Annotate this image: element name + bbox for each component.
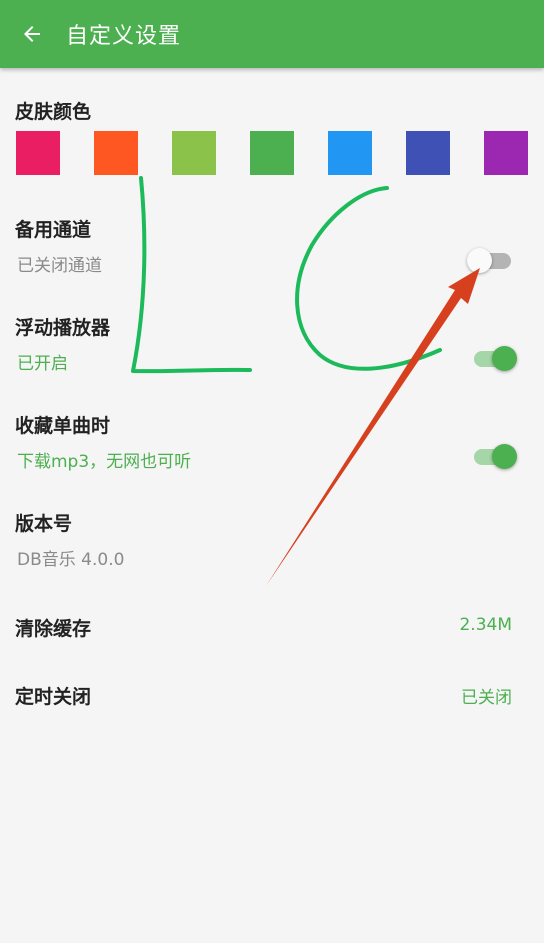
backup-channel-title: 备用通道: [15, 219, 92, 241]
skin-color-swatch[interactable]: [16, 131, 60, 175]
toggle-thumb: [492, 346, 517, 371]
handwritten-l-stroke: [131, 176, 252, 374]
skin-color-title: 皮肤颜色: [15, 101, 92, 123]
favorite-song-toggle[interactable]: [470, 442, 520, 472]
floating-player-title: 浮动播放器: [15, 317, 111, 339]
skin-color-swatch[interactable]: [172, 131, 216, 175]
skin-color-swatch[interactable]: [94, 131, 138, 175]
back-button[interactable]: [18, 20, 46, 48]
toggle-thumb: [467, 248, 492, 273]
app-bar: 自定义设置: [0, 0, 544, 68]
backup-channel-status: 已关闭通道: [17, 256, 102, 276]
backup-channel-toggle[interactable]: [467, 246, 517, 276]
arrow-left-icon: [24, 26, 40, 42]
version-title: 版本号: [15, 513, 73, 535]
cache-size-value: 2.34M: [459, 615, 512, 635]
timer-close-title[interactable]: 定时关闭: [15, 682, 91, 709]
timer-close-value: 已关闭: [461, 688, 512, 708]
toggle-thumb: [492, 444, 517, 469]
favorite-song-status: 下载mp3，无网也可听: [17, 452, 192, 472]
floating-player-toggle[interactable]: [470, 344, 520, 374]
page-title: 自定义设置: [66, 24, 182, 49]
version-value: DB音乐 4.0.0: [17, 550, 125, 570]
handwritten-g-stroke: [295, 186, 442, 371]
clear-cache-title[interactable]: 清除缓存: [15, 614, 91, 641]
favorite-song-title: 收藏单曲时: [15, 415, 111, 437]
floating-player-status: 已开启: [17, 354, 68, 374]
skin-color-swatch[interactable]: [484, 131, 528, 175]
skin-color-swatch[interactable]: [406, 131, 450, 175]
skin-color-swatches: [16, 131, 530, 175]
skin-color-swatch[interactable]: [328, 131, 372, 175]
annotation-arrow: [266, 268, 480, 586]
skin-color-swatch[interactable]: [250, 131, 294, 175]
